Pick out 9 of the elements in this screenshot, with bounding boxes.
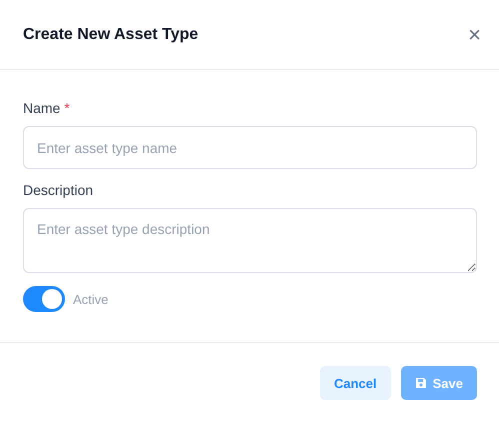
description-field[interactable]: Enter asset type description [23, 208, 477, 273]
required-mark: * [64, 100, 70, 116]
field-label: Name [23, 100, 60, 116]
toggle-label: Active [73, 292, 108, 306]
name-field[interactable]: Enter asset type name [23, 126, 477, 169]
toggle-switch[interactable] [23, 286, 65, 312]
dialog-title: Create New Asset Type [23, 26, 198, 44]
cancel-button[interactable]: Cancel [320, 366, 391, 400]
field-label: Description [23, 182, 94, 198]
